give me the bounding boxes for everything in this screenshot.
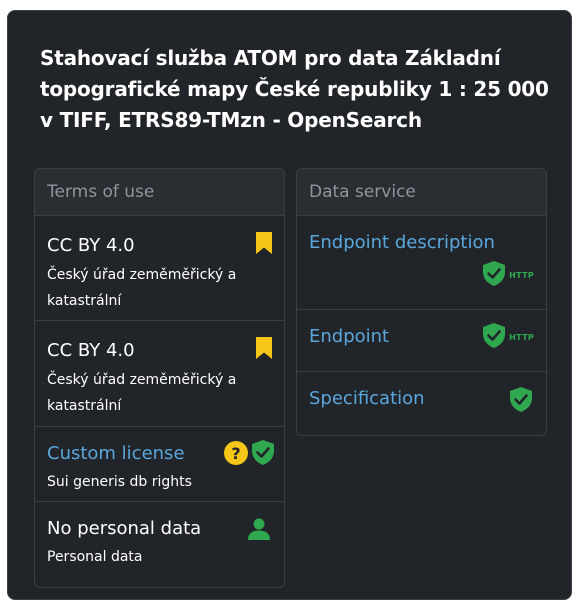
terms-item-cc-by-1: CC BY 4.0 Český úřad zeměměřický a katas… — [35, 216, 284, 321]
shield-check-icon — [252, 440, 274, 469]
data-service-header: Data service — [297, 169, 546, 216]
terms-item-sub: Český úřad zeměměřický a katastrální — [47, 372, 237, 414]
question-circle-icon[interactable]: ? — [224, 440, 248, 469]
terms-of-use-header: Terms of use — [35, 169, 284, 216]
terms-item-cc-by-2: CC BY 4.0 Český úřad zeměměřický a katas… — [35, 321, 284, 427]
endpoint-description-link[interactable]: Endpoint description — [309, 232, 495, 253]
terms-item-label: No personal data — [47, 518, 202, 539]
data-service-panel: Data service Endpoint description HTTP E… — [296, 168, 547, 436]
terms-item-label: CC BY 4.0 — [47, 235, 135, 256]
service-item-specification: Specification — [297, 372, 546, 435]
bookmark-icon — [256, 337, 272, 363]
terms-item-custom-license: Custom license Sui generis db rights ? — [35, 427, 284, 502]
http-badge: HTTP — [509, 271, 534, 280]
terms-item-sub: Personal data — [47, 549, 143, 565]
terms-item-label: CC BY 4.0 — [47, 340, 135, 361]
custom-license-link[interactable]: Custom license — [47, 443, 185, 464]
svg-text:?: ? — [231, 444, 240, 463]
http-badge: HTTP — [509, 333, 534, 342]
terms-of-use-panel: Terms of use CC BY 4.0 Český úřad zeměmě… — [34, 168, 285, 588]
page-title: Stahovací služba ATOM pro data Základní … — [40, 46, 549, 132]
terms-item-sub: Český úřad zeměměřický a katastrální — [47, 267, 237, 309]
terms-item-sub: Sui generis db rights — [47, 474, 192, 490]
service-item-endpoint-description: Endpoint description HTTP — [297, 216, 546, 310]
shield-check-icon — [510, 387, 532, 416]
endpoint-link[interactable]: Endpoint — [309, 326, 389, 347]
shield-check-icon — [483, 323, 506, 352]
specification-link[interactable]: Specification — [309, 388, 425, 409]
bookmark-icon — [256, 232, 272, 258]
dataset-card: Stahovací služba ATOM pro data Základní … — [7, 10, 572, 600]
service-item-endpoint: Endpoint HTTP — [297, 310, 546, 372]
person-icon — [248, 518, 270, 544]
terms-item-personal-data: No personal data Personal data — [35, 502, 284, 587]
shield-check-icon — [483, 261, 506, 290]
